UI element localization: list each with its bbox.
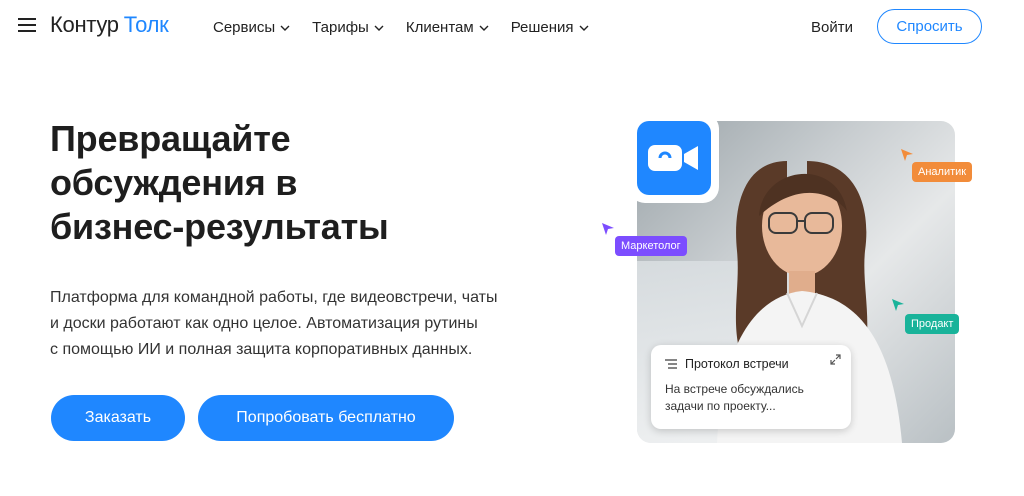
nav-item-label: Тарифы — [312, 19, 369, 36]
hero-description: Платформа для командной работы, где виде… — [50, 285, 540, 363]
expand-icon[interactable] — [830, 354, 841, 365]
hero-title-line: бизнес-результаты — [50, 206, 389, 247]
ask-button[interactable]: Спросить — [877, 9, 982, 44]
hero-description-line: Платформа для командной работы, где виде… — [50, 289, 498, 306]
hero-title-line: Превращайте — [50, 118, 291, 159]
nav-item-label: Сервисы — [213, 19, 276, 36]
nav-item-clients[interactable]: Клиентам — [406, 19, 489, 36]
hero-title-line: обсуждения в — [50, 162, 298, 203]
nav-item-pricing[interactable]: Тарифы — [312, 19, 384, 36]
protocol-body: На встрече обсуждались задачи по проекту… — [665, 381, 837, 415]
tag-analyst: Аналитик — [912, 162, 973, 182]
nav-item-label: Решения — [510, 19, 574, 36]
chevron-down-icon — [280, 25, 290, 31]
nav-item-solutions[interactable]: Решения — [511, 19, 589, 36]
tag-product: Продакт — [905, 314, 960, 334]
site-header: Контур Толк Сервисы Тарифы Клиентам Решен… — [0, 0, 1024, 54]
hero-description-line: с помощью ИИ и полная защита корпоративн… — [50, 341, 473, 358]
chevron-down-icon — [374, 25, 384, 31]
cursor-icon — [901, 149, 913, 161]
cursor-icon — [602, 223, 614, 235]
tag-marketer: Маркетолог — [615, 236, 687, 256]
logo-product: Толк — [123, 12, 169, 37]
logo-brand: Контур — [50, 12, 119, 37]
chevron-down-icon — [479, 25, 489, 31]
protocol-card: Протокол встречи На встрече обсуждались … — [651, 345, 851, 429]
menu-icon[interactable] — [18, 18, 36, 32]
logo[interactable]: Контур Толк — [50, 12, 169, 38]
hero-description-line: и доски работают как одно целое. Автомат… — [50, 315, 478, 332]
protocol-title: Протокол встречи — [685, 357, 789, 371]
order-button[interactable]: Заказать — [51, 395, 185, 441]
nav-item-label: Клиентам — [405, 19, 474, 36]
nav-item-services[interactable]: Сервисы — [213, 19, 290, 36]
main-nav: Сервисы Тарифы Клиентам Решения — [213, 19, 611, 36]
chevron-down-icon — [579, 25, 589, 31]
video-camera-icon — [637, 121, 711, 195]
login-link[interactable]: Войти — [811, 19, 853, 36]
protocol-body-line: задачи по проекту... — [665, 399, 776, 413]
hero-title: Превращайте обсуждения в бизнес-результа… — [50, 117, 490, 249]
protocol-header: Протокол встречи — [665, 357, 837, 371]
protocol-body-line: На встрече обсуждались — [665, 382, 804, 396]
list-icon — [665, 359, 677, 369]
cursor-icon — [892, 299, 904, 311]
try-free-button[interactable]: Попробовать бесплатно — [198, 395, 454, 441]
